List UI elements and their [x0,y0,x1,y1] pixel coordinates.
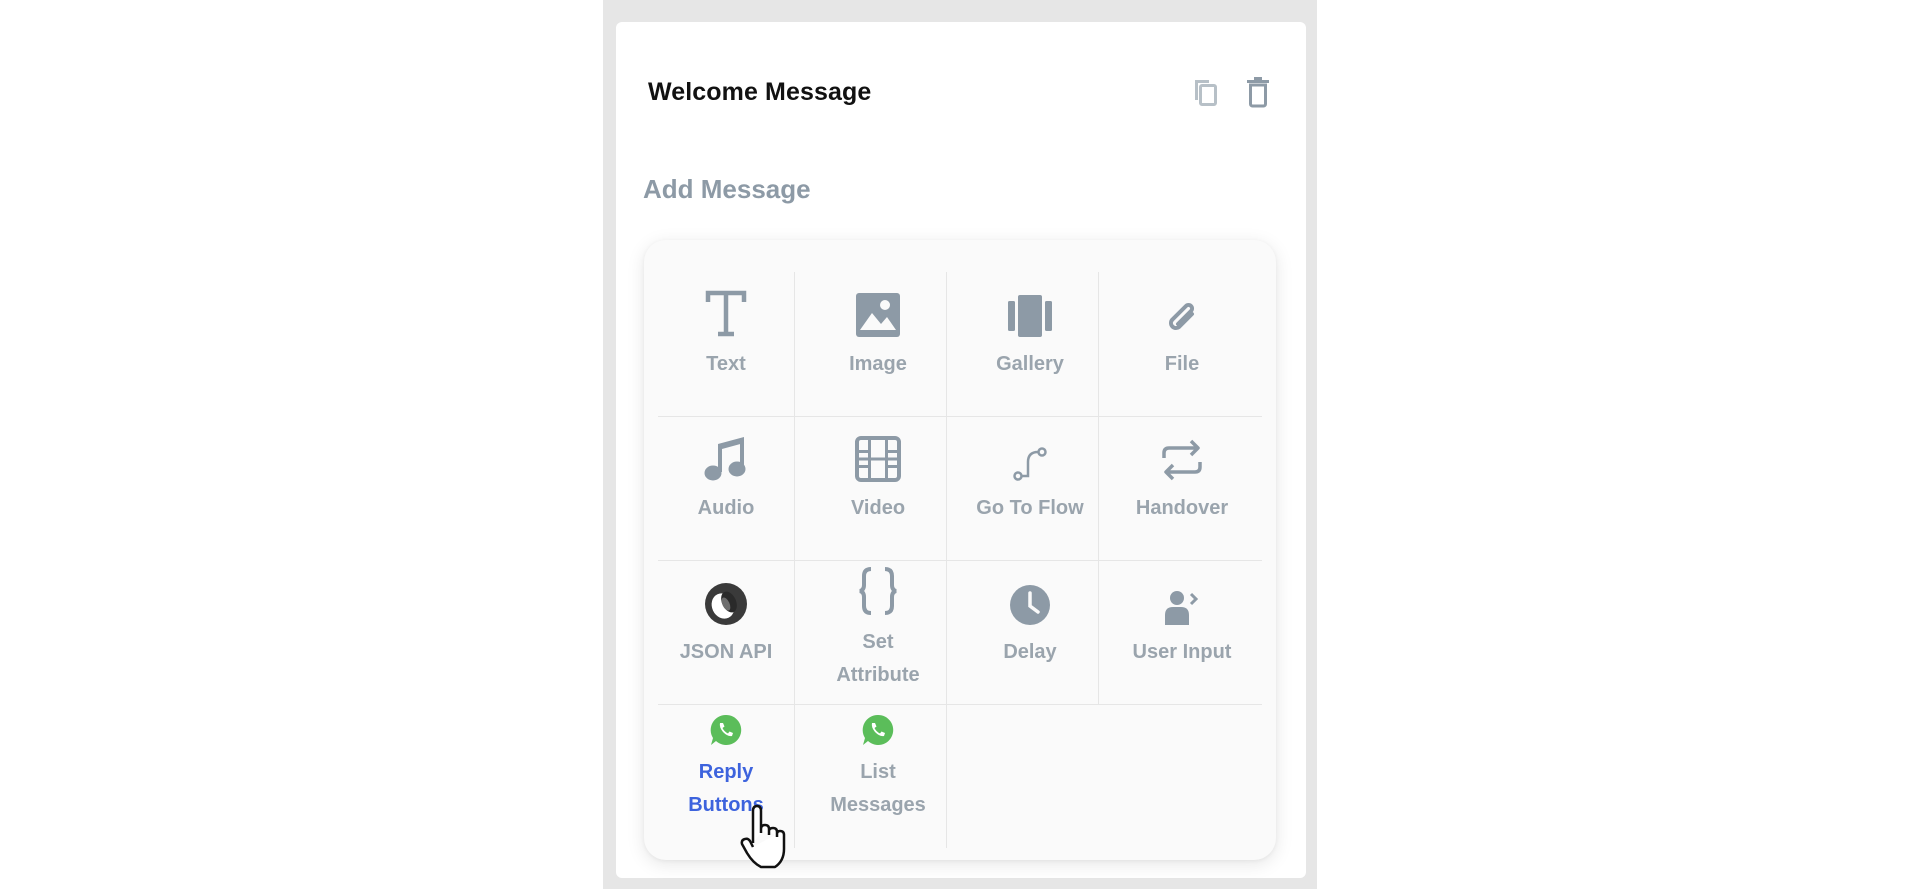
message-type-user-input[interactable]: User Input [1116,570,1248,669]
message-type-delay[interactable]: Delay [964,570,1096,669]
message-type-video[interactable]: Video [812,426,944,525]
trash-icon [1247,77,1269,108]
paperclip-icon [1169,303,1194,330]
message-type-label: Text [706,353,746,375]
repeat-icon [1162,439,1202,481]
clock-icon [1010,585,1050,625]
duplicate-button[interactable] [1188,74,1224,110]
message-type-image[interactable]: Image [812,282,944,381]
message-type-set-attribute[interactable]: Set Attribute [812,560,944,692]
message-type-grid: Text Image Gallery File Audio Video Go T… [644,240,1276,860]
curly-braces-icon [859,567,897,615]
message-type-label: Set Attribute [836,631,920,686]
whatsapp-icon [862,714,894,745]
message-type-label: Audio [697,497,755,519]
message-type-label: Video [850,497,906,519]
message-type-label: User Input [1132,641,1232,663]
message-type-handover[interactable]: Handover [1116,426,1248,525]
film-icon [855,436,901,482]
route-icon [1013,447,1047,481]
message-type-file[interactable]: File [1116,282,1248,381]
message-block-card: Welcome Message Add Message Text Image G… [616,22,1306,878]
message-type-label: Handover [1135,497,1229,519]
grid-divider [1098,272,1099,704]
gallery-icon [1008,295,1052,337]
message-type-label: Gallery [996,353,1064,375]
message-type-go-to-flow[interactable]: Go To Flow [964,426,1096,525]
message-type-text[interactable]: Text [660,282,792,381]
json-logo-icon [705,583,747,625]
grid-divider [658,560,1262,561]
message-type-label: List Messages [830,761,926,816]
message-type-label: JSON API [679,641,773,663]
music-note-icon [704,437,746,481]
whatsapp-icon [710,714,742,745]
grid-divider [658,704,1262,705]
text-icon [705,290,747,337]
message-type-label: Go To Flow [976,497,1084,519]
delete-button[interactable] [1240,74,1276,110]
message-type-gallery[interactable]: Gallery [964,282,1096,381]
copy-icon [1195,80,1217,106]
message-type-label: Image [849,353,907,375]
message-type-json-api[interactable]: JSON API [660,570,792,669]
message-type-label: Delay [1003,641,1057,663]
image-icon [856,293,900,337]
user-input-icon [1165,591,1199,625]
add-message-heading: Add Message [643,174,811,204]
hand-pointer-cursor [740,804,786,869]
grid-divider [658,416,1262,417]
message-type-audio[interactable]: Audio [660,426,792,525]
block-title: Welcome Message [648,78,872,106]
message-type-label: File [1164,353,1200,375]
message-type-list-messages[interactable]: List Messages [812,714,944,822]
